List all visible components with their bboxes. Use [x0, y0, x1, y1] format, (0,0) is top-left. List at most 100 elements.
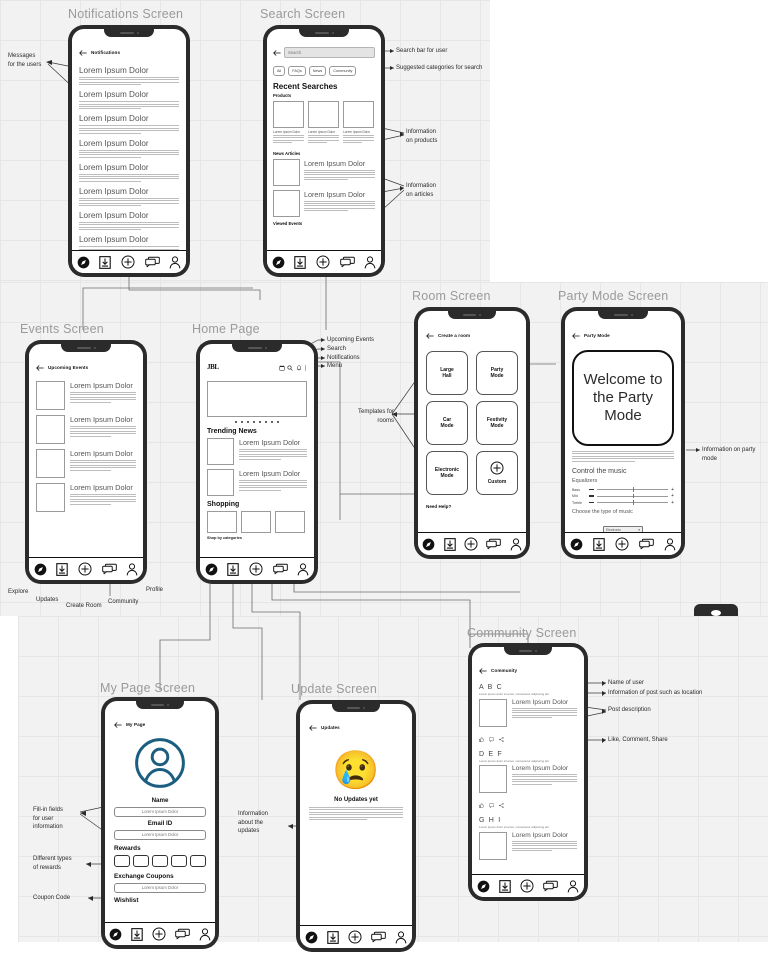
nav-create-room[interactable] — [78, 562, 92, 576]
product-card[interactable]: Lorem Ipsum Dolor — [273, 100, 304, 145]
notification-item[interactable]: Lorem Ipsum Dolor — [79, 114, 179, 134]
nav-community[interactable] — [101, 563, 117, 575]
back-arrow-icon[interactable] — [309, 718, 317, 736]
room-tile-car-mode[interactable]: Car Mode — [426, 401, 468, 445]
notification-item[interactable]: Lorem Ipsum Dolor — [79, 66, 179, 86]
event-item[interactable]: Lorem Ipsum Dolor — [36, 483, 136, 512]
product-card[interactable]: Lorem Ipsum Dolor — [343, 100, 374, 145]
nav-create-room[interactable] — [615, 537, 629, 551]
shopping-tile[interactable] — [207, 511, 237, 533]
hero-carousel[interactable] — [207, 381, 307, 417]
back-arrow-icon[interactable] — [79, 43, 87, 61]
eq-knob[interactable] — [632, 500, 634, 505]
rewards-row[interactable] — [114, 854, 206, 867]
notification-item[interactable]: Lorem Ipsum Dolor — [79, 187, 179, 207]
equalizer-controls[interactable]: Bass + Mid + Treble + — [572, 487, 674, 505]
room-tile-electronic-mode[interactable]: Electronic Mode — [426, 451, 468, 495]
article-item[interactable]: Lorem Ipsum Dolor — [273, 189, 375, 217]
nav-create-room[interactable] — [121, 255, 135, 269]
nav-create-room[interactable] — [316, 255, 330, 269]
room-tile-festivity-mode[interactable]: Festivity Mode — [476, 401, 518, 445]
nav-updates[interactable] — [56, 562, 69, 576]
post-actions[interactable] — [479, 729, 577, 747]
filter-chip-community[interactable]: Community — [329, 66, 357, 76]
eq-slider-mid[interactable]: Mid + — [572, 493, 674, 499]
comment-icon[interactable] — [489, 729, 494, 747]
trending-item[interactable]: Lorem Ipsum Dolor — [207, 438, 307, 465]
nav-updates[interactable] — [443, 537, 456, 551]
nav-explore[interactable] — [570, 538, 583, 551]
room-tile-large-hall[interactable]: Large Hall — [426, 351, 468, 395]
nav-updates[interactable] — [499, 879, 511, 893]
nav-community[interactable] — [339, 256, 355, 268]
bottom-nav[interactable] — [418, 532, 526, 555]
nav-profile[interactable] — [199, 927, 211, 941]
reward-item[interactable] — [171, 854, 187, 867]
nav-updates[interactable] — [99, 255, 112, 269]
carousel-dot[interactable] — [259, 421, 261, 423]
minus-icon[interactable] — [589, 501, 594, 504]
comment-icon[interactable] — [489, 795, 494, 813]
shopping-tile[interactable] — [241, 511, 271, 533]
plus-icon[interactable]: + — [671, 500, 674, 505]
nav-explore[interactable] — [77, 256, 90, 269]
event-item[interactable]: Lorem Ipsum Dolor — [36, 449, 136, 478]
nav-explore[interactable] — [34, 563, 47, 576]
carousel-dot[interactable] — [241, 421, 243, 423]
nav-community[interactable] — [371, 931, 386, 943]
like-icon[interactable] — [479, 729, 484, 747]
notification-item[interactable]: Lorem Ipsum Dolor — [79, 139, 179, 158]
notification-item[interactable]: Lorem Ipsum Dolor — [79, 163, 179, 182]
search-filter-chips[interactable]: All FAQs News Community — [273, 66, 375, 76]
shopping-tile[interactable] — [275, 511, 305, 533]
trending-item[interactable]: Lorem Ipsum Dolor — [207, 469, 307, 496]
eq-track[interactable] — [597, 500, 669, 505]
product-card[interactable]: Lorem Ipsum Dolor — [308, 100, 339, 145]
plus-icon[interactable]: + — [671, 494, 674, 499]
nav-explore[interactable] — [205, 563, 218, 576]
nav-community[interactable] — [486, 538, 502, 550]
nav-explore[interactable] — [272, 256, 285, 269]
share-icon[interactable] — [499, 795, 504, 813]
carousel-dot[interactable] — [265, 421, 267, 423]
shop-by-categories-link[interactable]: Shop by categories — [207, 536, 307, 540]
carousel-dot[interactable] — [253, 421, 255, 423]
nav-updates[interactable] — [227, 562, 240, 576]
nav-explore[interactable] — [422, 538, 435, 551]
nav-profile[interactable] — [126, 562, 138, 576]
plus-icon[interactable]: + — [671, 487, 674, 492]
nav-create-room[interactable] — [152, 927, 166, 941]
notification-item[interactable]: Lorem Ipsum Dolor — [79, 211, 179, 231]
room-tile-party-mode[interactable]: Party Mode — [476, 351, 518, 395]
room-tile-custom[interactable]: Custom — [476, 451, 518, 495]
nav-profile[interactable] — [297, 562, 309, 576]
back-arrow-icon[interactable] — [114, 715, 122, 733]
bottom-nav[interactable] — [72, 250, 186, 273]
bell-icon[interactable] — [296, 358, 302, 376]
kebab-menu-icon[interactable] — [304, 358, 307, 376]
notification-item[interactable]: Lorem Ipsum Dolor — [79, 235, 179, 251]
bottom-nav[interactable] — [267, 250, 381, 273]
eq-track[interactable] — [597, 493, 669, 499]
back-arrow-icon[interactable] — [572, 326, 580, 344]
event-item[interactable]: Lorem Ipsum Dolor — [36, 415, 136, 444]
nav-create-room[interactable] — [520, 879, 534, 893]
nav-create-room[interactable] — [249, 562, 263, 576]
eq-knob[interactable] — [632, 493, 634, 499]
back-arrow-icon[interactable] — [479, 661, 487, 679]
nav-explore[interactable] — [109, 928, 122, 941]
bottom-nav[interactable] — [565, 532, 681, 555]
carousel-dots[interactable] — [207, 421, 307, 423]
eq-slider-treble[interactable]: Treble + — [572, 500, 674, 505]
nav-create-room[interactable] — [464, 537, 478, 551]
back-arrow-icon[interactable] — [36, 358, 44, 376]
notification-item[interactable]: Lorem Ipsum Dolor — [79, 90, 179, 110]
carousel-dot[interactable] — [235, 421, 237, 423]
post-actions[interactable] — [479, 795, 577, 813]
email-field[interactable]: Lorem Ipsum Dolor — [114, 829, 206, 840]
nav-updates[interactable] — [294, 255, 307, 269]
share-icon[interactable] — [499, 729, 504, 747]
nav-updates[interactable] — [131, 927, 143, 941]
reward-item[interactable] — [152, 854, 168, 867]
bottom-nav[interactable] — [300, 925, 412, 948]
